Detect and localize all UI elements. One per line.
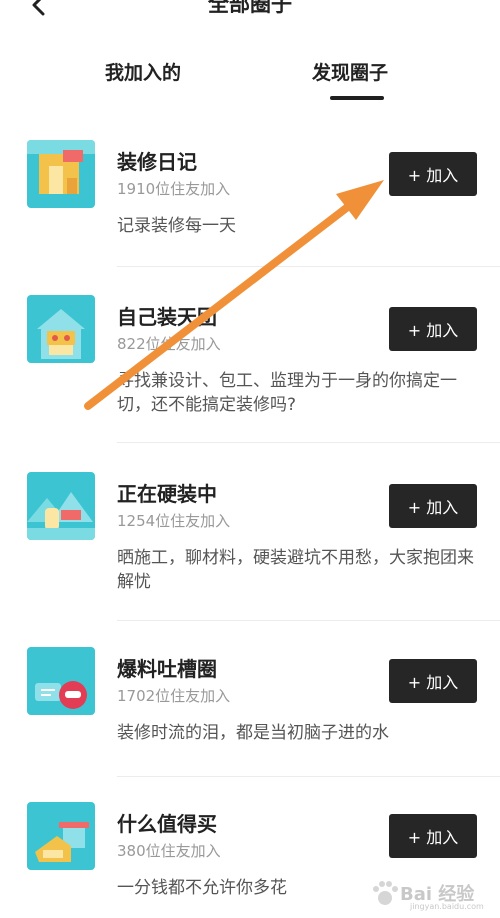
group-name: 正在硬装中 [117, 482, 217, 506]
group-name: 什么值得买 [117, 812, 217, 836]
join-button[interactable]: + 加入 [389, 484, 477, 528]
member-count: 380位住友加入 [117, 842, 221, 860]
group-name: 自己装天团 [117, 305, 217, 329]
header: 全部圈子 [0, 0, 500, 20]
tab-bar: 我加入的 发现圈子 [0, 50, 500, 105]
member-count: 822位住友加入 [117, 335, 221, 353]
baidu-watermark: Bai 经验 jingyan.baidu.com [370, 874, 490, 912]
active-tab-indicator [330, 96, 384, 100]
page-title: 全部圈子 [208, 0, 292, 16]
group-thumbnail [27, 802, 95, 870]
paw-icon [373, 881, 398, 905]
divider [117, 266, 500, 267]
tab-discover[interactable]: 发现圈子 [312, 58, 388, 85]
group-thumbnail [27, 295, 95, 363]
tab-joined[interactable]: 我加入的 [105, 58, 181, 85]
group-name: 爆料吐槽圈 [117, 657, 217, 681]
group-thumbnail [27, 647, 95, 715]
member-count: 1910位住友加入 [117, 180, 231, 198]
annotation-arrow-icon [84, 180, 384, 410]
divider [117, 620, 500, 621]
divider [117, 442, 500, 443]
join-button[interactable]: + 加入 [389, 814, 477, 858]
member-count: 1254位住友加入 [117, 512, 231, 530]
group-thumbnail [27, 140, 95, 208]
join-button[interactable]: + 加入 [389, 659, 477, 703]
group-description: 晒施工，聊材料，硬装避坑不用愁，大家抱团来解忧 [117, 548, 474, 592]
watermark-subtext: jingyan.baidu.com [410, 902, 484, 911]
join-button[interactable]: + 加入 [389, 152, 477, 196]
group-description: 寻找兼设计、包工、监理为于一身的你搞定一切，还不能搞定装修吗? [117, 371, 457, 415]
group-description: 装修时流的泪，都是当初脑子进的水 [117, 723, 389, 743]
group-description: 记录装修每一天 [117, 216, 236, 236]
join-button[interactable]: + 加入 [389, 307, 477, 351]
group-thumbnail [27, 472, 95, 540]
divider [117, 776, 500, 777]
member-count: 1702位住友加入 [117, 687, 231, 705]
group-name: 装修日记 [117, 150, 197, 174]
